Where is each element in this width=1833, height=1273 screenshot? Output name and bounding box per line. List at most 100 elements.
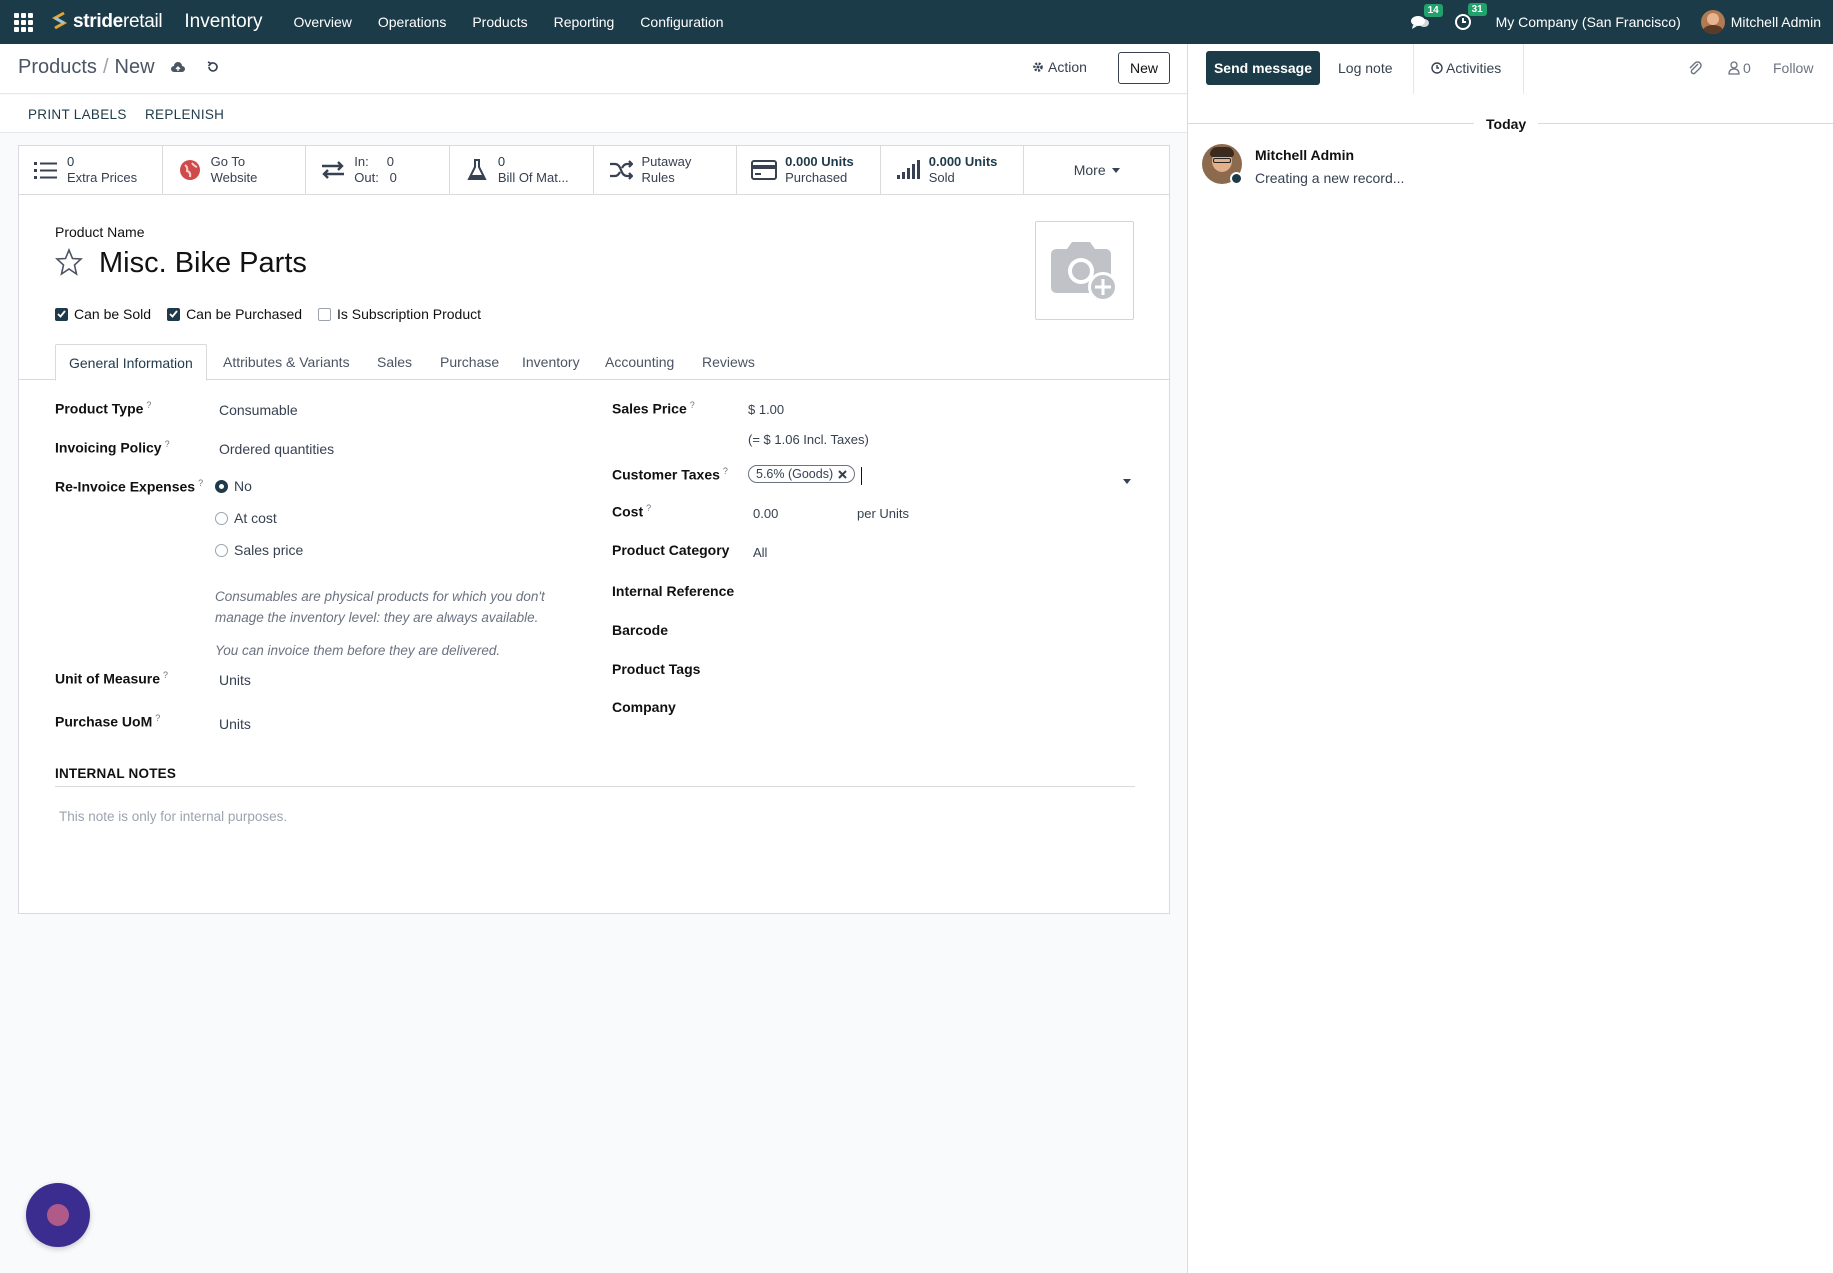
save-cloud-icon[interactable] (170, 60, 186, 74)
sold-button[interactable]: 0.000 Units Sold (881, 146, 1025, 194)
tab-accounting[interactable]: Accounting (592, 344, 687, 380)
purchased-button[interactable]: 0.000 Units Purchased (737, 146, 881, 194)
favorite-star-icon[interactable] (55, 248, 83, 276)
bar-signal-icon (896, 160, 920, 179)
form-header-buttons: PRINT LABELS REPLENISH (0, 95, 1187, 133)
is-subscription-checkbox[interactable]: Is Subscription Product (318, 306, 481, 322)
can-be-purchased-checkbox[interactable]: Can be Purchased (167, 306, 302, 322)
chatter-panel: Send message Log note Activities 0 Follo… (1187, 44, 1833, 1273)
assistant-icon (47, 1204, 69, 1226)
follow-button[interactable]: Follow (1773, 60, 1813, 76)
product-flags: Can be Sold Can be Purchased Is Subscrip… (55, 306, 481, 322)
product-image-upload[interactable] (1035, 221, 1134, 320)
taxes-dropdown-icon[interactable] (1123, 479, 1131, 484)
stat-label: Purchased (785, 170, 848, 185)
can-be-sold-checkbox[interactable]: Can be Sold (55, 306, 151, 322)
tab-purchase[interactable]: Purchase (427, 344, 512, 380)
product-tags-input[interactable] (748, 656, 1128, 680)
action-button[interactable]: Action (1032, 59, 1087, 75)
purchase-uom-label: Purchase UoM? (55, 713, 161, 730)
messages-badge: 14 (1423, 4, 1443, 17)
reinvoice-no-radio[interactable]: No (215, 478, 252, 494)
credit-card-icon (751, 160, 778, 180)
brand-retail: retail (122, 11, 163, 32)
company-switcher[interactable]: My Company (San Francisco) (1496, 14, 1681, 30)
product-type-select[interactable]: Consumable (219, 402, 298, 418)
reinvoice-at-cost-radio[interactable]: At cost (215, 510, 277, 526)
brand-logo[interactable]: stride retail (50, 11, 163, 33)
product-category-select[interactable]: All (753, 545, 767, 560)
cost-label: Cost? (612, 503, 652, 520)
attachments-button[interactable] (1688, 60, 1702, 76)
activities-button[interactable]: 31 (1454, 3, 1487, 31)
tab-attributes-variants[interactable]: Attributes & Variants (210, 344, 363, 380)
tab-general-information[interactable]: General Information (55, 344, 207, 381)
barcode-label: Barcode (612, 622, 669, 638)
internal-reference-input[interactable] (748, 578, 1128, 602)
remove-tag-icon[interactable] (838, 469, 847, 479)
product-category-label: Product Category (612, 542, 730, 558)
product-tags-label: Product Tags (612, 661, 701, 677)
stride-logo-icon (51, 11, 68, 30)
more-button[interactable]: More (1024, 146, 1169, 194)
extra-prices-button[interactable]: 0 Extra Prices (19, 146, 163, 194)
product-type-help: Consumables are physical products for wh… (215, 589, 545, 625)
print-labels-button[interactable]: PRINT LABELS (28, 107, 127, 122)
tab-reviews[interactable]: Reviews (689, 344, 768, 380)
cost-input[interactable]: 0.00 (753, 506, 778, 521)
in-out-button[interactable]: In: 0 Out: 0 (306, 146, 450, 194)
breadcrumb-separator: / (102, 56, 109, 78)
menu-reporting[interactable]: Reporting (554, 14, 615, 30)
can-be-sold-label: Can be Sold (74, 306, 152, 322)
sales-price-input[interactable]: $ 1.00 (748, 402, 784, 417)
bill-of-materials-button[interactable]: 0 Bill Of Mat... (450, 146, 594, 194)
followers-button[interactable]: 0 (1728, 60, 1751, 76)
user-icon (1728, 61, 1740, 75)
menu-overview[interactable]: Overview (294, 14, 352, 30)
reinvoice-sales-price-radio[interactable]: Sales price (215, 542, 303, 558)
action-label: Action (1048, 59, 1087, 75)
product-name-label: Product Name (55, 224, 145, 240)
discard-icon[interactable] (206, 60, 220, 74)
menu-products[interactable]: Products (472, 14, 527, 30)
stat-value: 0.000 Units (785, 154, 854, 169)
new-button[interactable]: New (1118, 52, 1170, 84)
messages-button[interactable]: 14 (1410, 4, 1443, 30)
shuffle-icon (609, 160, 633, 180)
message-author[interactable]: Mitchell Admin (1255, 147, 1354, 163)
log-note-button[interactable]: Log note (1338, 60, 1393, 76)
company-select[interactable] (748, 694, 1128, 718)
is-subscription-label: Is Subscription Product (337, 306, 481, 322)
invoicing-policy-select[interactable]: Ordered quantities (219, 441, 334, 457)
user-name[interactable]: Mitchell Admin (1731, 14, 1821, 30)
putaway-rules-button[interactable]: Putaway Rules (594, 146, 738, 194)
tab-inventory[interactable]: Inventory (509, 344, 593, 380)
camera-add-icon (1050, 241, 1118, 302)
purchase-uom-select[interactable]: Units (219, 716, 251, 732)
assistant-bubble-button[interactable] (26, 1183, 90, 1247)
message-body: Creating a new record... (1255, 170, 1405, 186)
tax-tag-label: 5.6% (Goods) (756, 467, 834, 481)
activities-label: Activities (1446, 60, 1502, 76)
tab-sales[interactable]: Sales (364, 344, 425, 380)
menu-configuration[interactable]: Configuration (640, 14, 723, 30)
taxes-input-cursor[interactable] (861, 467, 862, 485)
activities-button[interactable]: Activities (1431, 60, 1501, 76)
send-message-button[interactable]: Send message (1206, 51, 1320, 85)
barcode-input[interactable] (748, 617, 1128, 641)
breadcrumb-products[interactable]: Products (18, 56, 97, 78)
replenish-button[interactable]: REPLENISH (145, 107, 224, 122)
check-icon (57, 310, 66, 318)
apps-menu-icon[interactable] (14, 13, 38, 32)
app-name[interactable]: Inventory (184, 11, 262, 33)
internal-reference-label: Internal Reference (612, 583, 735, 599)
form-area: Products / New Action New PRINT LABELS REP… (0, 44, 1187, 1273)
breadcrumb-new: New (114, 56, 155, 78)
internal-notes-input[interactable]: This note is only for internal purposes. (59, 809, 287, 824)
user-avatar[interactable] (1700, 10, 1725, 34)
uom-select[interactable]: Units (219, 672, 251, 688)
menu-operations[interactable]: Operations (378, 14, 446, 30)
go-to-website-button[interactable]: Go To Website (163, 146, 307, 194)
invoicing-policy-label: Invoicing Policy? (55, 439, 170, 456)
product-name-input[interactable]: Misc. Bike Parts (99, 247, 307, 280)
